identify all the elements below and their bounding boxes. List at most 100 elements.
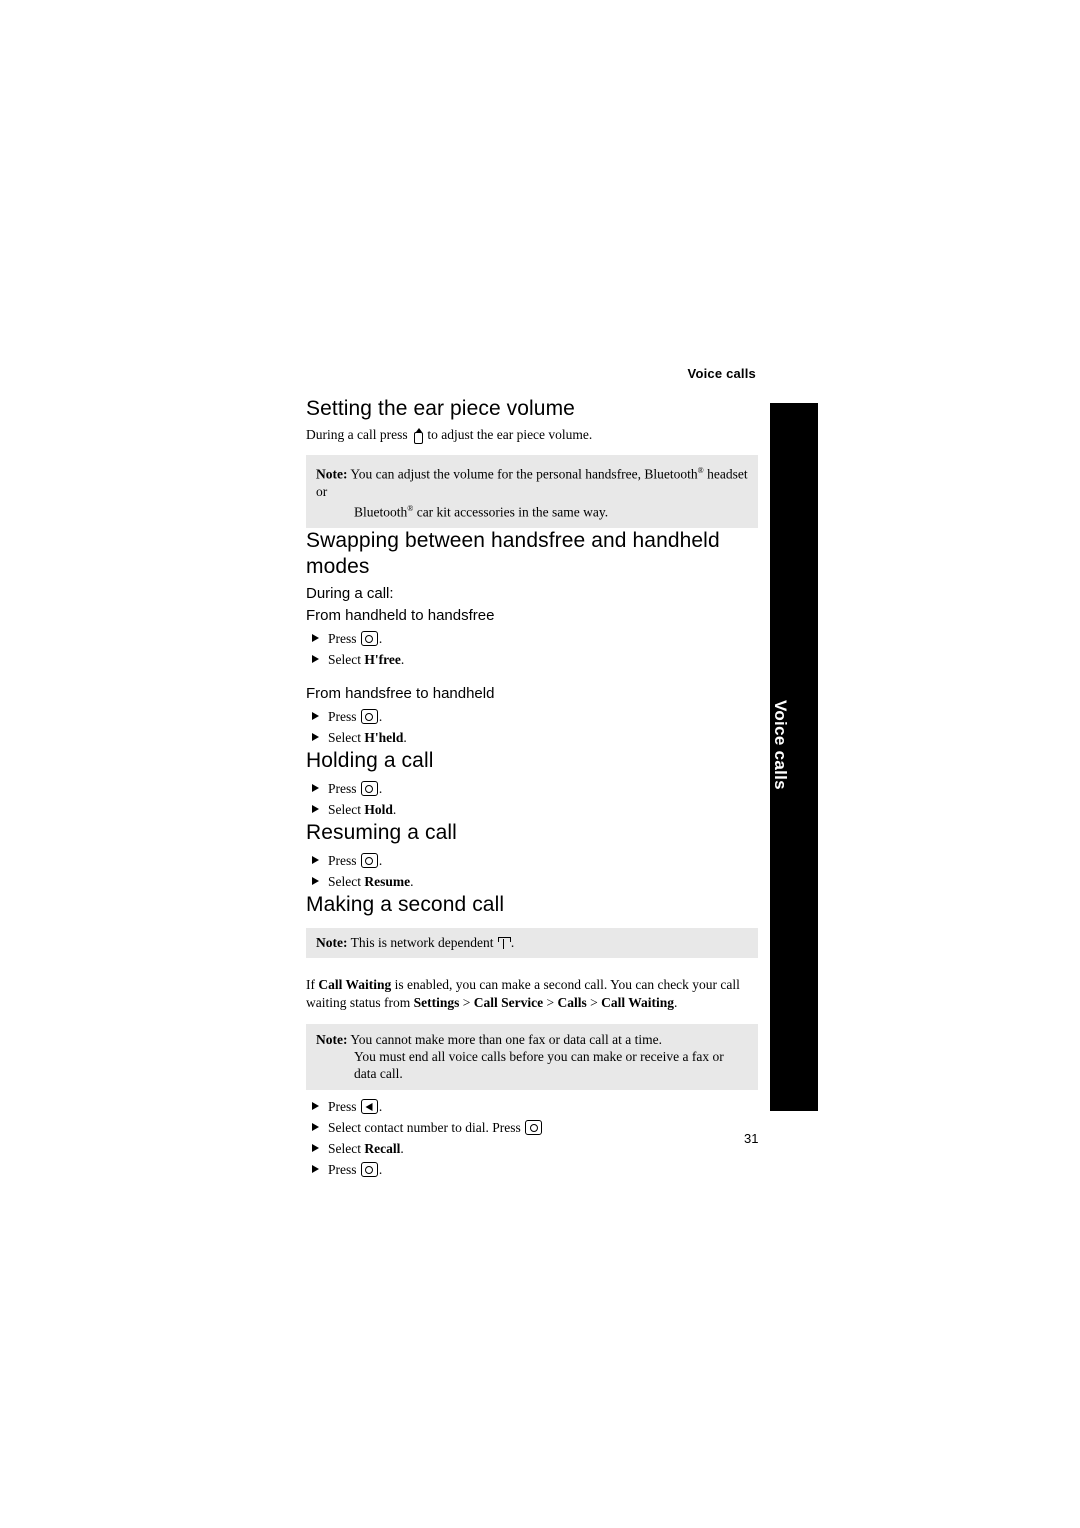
step-text: Press [328,853,357,868]
bullet-arrow-icon [312,877,319,885]
step-text: Select [328,730,361,745]
select-key-icon [360,1162,378,1177]
step-suffix: . [403,730,407,745]
cw-t6: . [674,995,678,1010]
steps-resuming-a-call: Press . Select Resume. [306,850,758,892]
note-label: Note: [316,466,348,482]
select-key-icon [360,631,378,646]
step-suffix: . [378,631,383,646]
registered-mark-2: ® [407,503,414,513]
step-text: Press [328,631,357,646]
bullet-arrow-icon [312,712,319,720]
network-dependent-icon [497,937,511,949]
step-text: Select contact number to dial. Press [328,1120,521,1135]
bullet-arrow-icon [312,1144,319,1152]
note-network-dependent: Note: This is network dependent . [306,928,758,958]
bullet-arrow-icon [312,1123,319,1131]
note-label: Note: [316,1032,348,1047]
bullet-arrow-icon [312,1102,319,1110]
steps-handheld-to-handsfree: Press . Select H'free. [306,628,758,670]
step-suffix: . [378,1099,383,1114]
note-tail: . [510,935,515,950]
note-line-2-wrap: Bluetooth® car kit accessories in the sa… [316,500,748,521]
note-line-1: You can adjust the volume for the person… [350,466,698,482]
subheading-handsfree-to-handheld: From handsfree to handheld [306,685,495,702]
step-text: Press [328,781,357,796]
step-suffix: . [378,1162,383,1177]
list-item: Select H'held. [306,727,758,748]
text-during-a-call: During a call: [306,585,394,602]
cw-b4: Calls [557,995,587,1010]
page-number: 31 [744,1131,759,1146]
heading-making-a-second-call: Making a second call [306,893,505,916]
step-suffix: . [378,709,383,724]
list-item: Press . [306,1159,758,1180]
bullet-arrow-icon [312,655,319,663]
cw-b1: Call Waiting [318,977,392,992]
bullet-arrow-icon [312,856,319,864]
step-bold-value: Hold [364,802,393,817]
step-text: Press [328,1099,357,1114]
select-key-icon [525,1120,543,1135]
bullet-arrow-icon [312,1165,319,1173]
step-bold-value: H'held [364,730,404,745]
list-item: Press . [306,706,758,727]
step-suffix: . [378,853,383,868]
running-header: Voice calls [687,366,756,381]
heading-resuming-a-call: Resuming a call [306,821,457,844]
cw-t4: > [543,995,558,1010]
list-item: Select Resume. [306,871,758,892]
note-text: This is network dependent [350,935,494,950]
paragraph-ear-piece-volume: During a call press to adjust the ear pi… [306,426,758,444]
step-text: Select [328,874,361,889]
bullet-arrow-icon [312,634,319,642]
note-bluetooth-volume: Note: You can adjust the volume for the … [306,455,758,528]
ear-volume-text-lead: During a call press [306,427,408,442]
step-bold-value: H'free [364,652,401,667]
bullet-arrow-icon [312,733,319,741]
cw-b2: Settings [413,995,460,1010]
cw-b5: Call Waiting [601,995,675,1010]
step-suffix: . [410,874,414,889]
steps-making-second-call: Press . Select contact number to dial. P… [306,1096,758,1180]
step-bold-value: Resume [364,874,411,889]
note-label: Note: [316,935,348,950]
list-item: Select Hold. [306,799,758,820]
cw-t1: If [306,977,319,992]
step-suffix: . [400,1141,404,1156]
ear-volume-text-tail: to adjust the ear piece volume. [427,427,593,442]
back-key-icon [360,1099,378,1114]
step-text: Select [328,802,361,817]
step-text: Select [328,652,361,667]
note-line-2: Bluetooth [354,504,408,519]
steps-holding-a-call: Press . Select Hold. [306,778,758,820]
manual-page: Voice calls Setting the ear piece volume… [0,0,1080,1528]
cw-t5: > [586,995,602,1010]
note-line-1: You cannot make more than one fax or dat… [350,1032,663,1047]
step-text: Press [328,1162,357,1177]
bullet-arrow-icon [312,805,319,813]
step-suffix: . [392,802,397,817]
heading-holding-a-call: Holding a call [306,749,434,772]
subheading-handheld-to-handsfree: From handheld to handsfree [306,607,495,624]
cw-b3: Call Service [473,995,544,1010]
select-key-icon [360,853,378,868]
bullet-arrow-icon [312,784,319,792]
heading-swapping-modes: Swapping between handsfree and handheld … [306,529,720,578]
volume-key-icon [413,428,423,444]
cw-t3: > [459,995,474,1010]
note-fax-data-call: Note: You cannot make more than one fax … [306,1024,758,1090]
list-item: Select H'free. [306,649,758,670]
heading-setting-ear-piece-volume: Setting the ear piece volume [306,397,575,420]
side-tab-label: Voice calls [771,700,790,790]
step-bold-value: Recall [364,1141,401,1156]
registered-mark-1: ® [697,466,704,475]
step-text: Press [328,709,357,724]
list-item: Press . [306,778,758,799]
step-suffix: . [400,652,405,667]
select-key-icon [360,781,378,796]
select-key-icon [360,709,378,724]
list-item: Press . [306,1096,758,1117]
list-item: Select contact number to dial. Press [306,1117,758,1138]
page-content: Setting the ear piece volume During a ca… [306,396,758,1180]
